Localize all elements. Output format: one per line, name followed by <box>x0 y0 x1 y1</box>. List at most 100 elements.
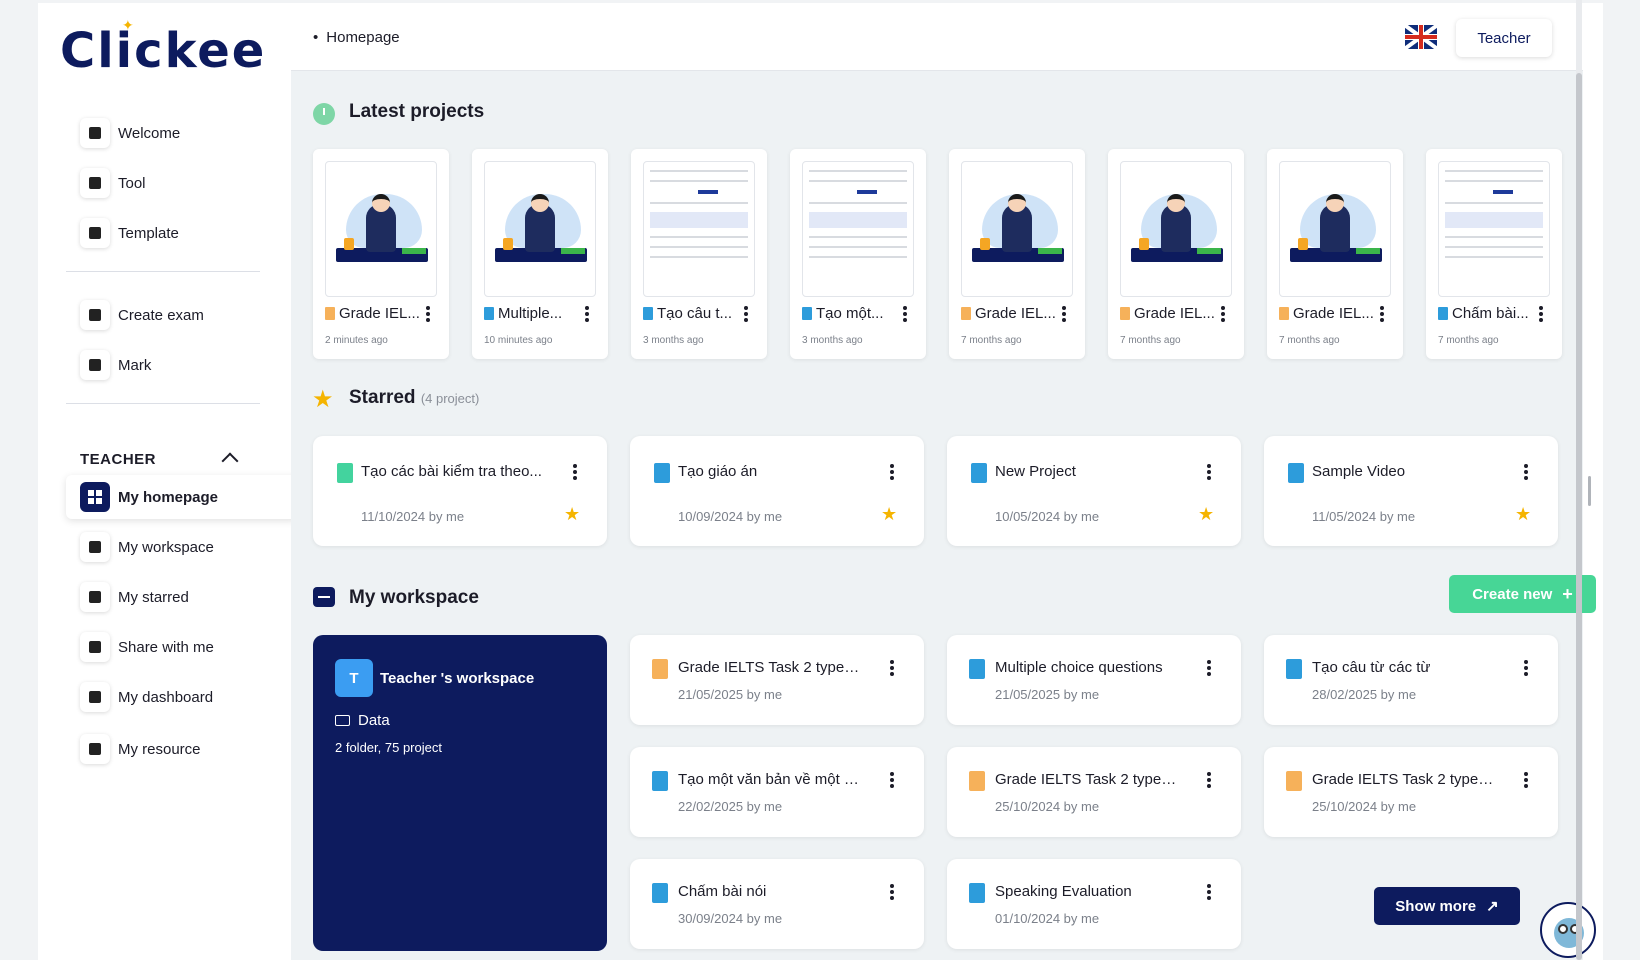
project-title-text: Grade IEL... <box>339 305 420 322</box>
workspace-project-card[interactable]: Grade IELTS Task 2 typed... 21/05/2025 by… <box>630 635 924 725</box>
workspace-project-title: Grade IELTS Task 2 typed... <box>1312 771 1497 788</box>
latest-project-card[interactable]: Grade IEL... 7 months ago <box>1267 149 1403 359</box>
star-icon <box>80 582 110 612</box>
workspace-folder-name[interactable]: Data <box>358 712 390 729</box>
create-new-button[interactable]: Create new + <box>1449 575 1596 613</box>
more-options-icon[interactable] <box>889 771 895 789</box>
sidebar-item-mark[interactable]: Mark <box>66 343 298 387</box>
more-options-icon[interactable] <box>1061 305 1067 323</box>
project-title: Tạo câu t... <box>643 305 743 322</box>
workspace-project-date: 22/02/2025 by me <box>678 799 783 814</box>
workspace-card[interactable]: T Teacher 's workspace Data 2 folder, 75… <box>313 635 607 951</box>
project-title: Grade IEL... <box>1279 305 1379 322</box>
latest-project-card[interactable]: Grade IEL... 2 minutes ago <box>313 149 449 359</box>
workspace-project-date: 01/10/2024 by me <box>995 911 1100 926</box>
template-icon <box>80 218 110 248</box>
star-icon: ★ <box>312 386 334 413</box>
sidebar-item-my-resource[interactable]: My resource <box>66 727 298 771</box>
workspace-project-card[interactable]: Grade IELTS Task 2 typed... 25/10/2024 by… <box>1264 747 1558 837</box>
project-title: Chấm bài... <box>1438 305 1538 322</box>
more-options-icon[interactable] <box>889 463 895 481</box>
workspace-project-title: Grade IELTS Task 2 typed... <box>995 771 1180 788</box>
sidebar-item-welcome[interactable]: Welcome <box>66 111 298 155</box>
latest-project-card[interactable]: Tạo câu t... 3 months ago <box>631 149 767 359</box>
sidebar-divider <box>66 403 260 404</box>
exam-icon <box>80 300 110 330</box>
more-options-icon[interactable] <box>1206 659 1212 677</box>
latest-project-card[interactable]: Chấm bài... 7 months ago <box>1426 149 1562 359</box>
folder-icon <box>80 532 110 562</box>
more-options-icon[interactable] <box>1523 463 1529 481</box>
role-button[interactable]: Teacher <box>1456 19 1552 57</box>
workspace-project-card[interactable]: Grade IELTS Task 2 typed... 25/10/2024 by… <box>947 747 1241 837</box>
star-filled-icon[interactable]: ★ <box>881 504 897 525</box>
more-options-icon[interactable] <box>1523 659 1529 677</box>
more-options-icon[interactable] <box>1220 305 1226 323</box>
more-options-icon[interactable] <box>889 659 895 677</box>
breadcrumb[interactable]: Homepage <box>313 29 399 46</box>
more-options-icon[interactable] <box>1206 883 1212 901</box>
workspace-project-card[interactable]: Tạo một văn bản về một c... 22/02/2025 by… <box>630 747 924 837</box>
file-icon <box>969 659 985 679</box>
resource-icon <box>80 734 110 764</box>
project-time: 7 months ago <box>1120 335 1181 346</box>
starred-title: Sample Video <box>1312 463 1406 480</box>
more-options-icon[interactable] <box>1379 305 1385 323</box>
starred-date: 10/05/2024 by me <box>995 509 1100 524</box>
grid-icon <box>80 482 110 512</box>
workspace-project-card[interactable]: Chấm bài nói 30/09/2024 by me <box>630 859 924 949</box>
more-options-icon[interactable] <box>1206 771 1212 789</box>
chatbot-avatar-icon[interactable] <box>1540 902 1596 958</box>
file-icon <box>652 659 668 679</box>
teacher-illustration <box>972 190 1064 270</box>
sidebar-item-create-exam[interactable]: Create exam <box>66 293 298 337</box>
more-options-icon[interactable] <box>889 883 895 901</box>
starred-title: Starred (4 project) <box>349 387 479 409</box>
starred-project-card[interactable]: Sample Video 11/05/2024 by me ★ <box>1264 436 1558 546</box>
more-options-icon[interactable] <box>425 305 431 323</box>
scrollbar-thumb[interactable] <box>1576 73 1582 960</box>
more-options-icon[interactable] <box>902 305 908 323</box>
starred-project-card[interactable]: New Project 10/05/2024 by me ★ <box>947 436 1241 546</box>
more-options-icon[interactable] <box>584 305 590 323</box>
chevron-up-icon[interactable] <box>221 452 239 470</box>
more-options-icon[interactable] <box>1206 463 1212 481</box>
workspace-project-card[interactable]: Tạo câu từ các từ 28/02/2025 by me <box>1264 635 1558 725</box>
latest-project-card[interactable]: Grade IEL... 7 months ago <box>1108 149 1244 359</box>
workspace-project-card[interactable]: Speaking Evaluation 01/10/2024 by me <box>947 859 1241 949</box>
more-options-icon[interactable] <box>1538 305 1544 323</box>
sidebar-item-label: Template <box>118 224 179 242</box>
file-icon <box>643 307 653 320</box>
icon-glyph <box>89 359 101 371</box>
show-more-button[interactable]: Show more ↗ <box>1374 887 1520 925</box>
more-options-icon[interactable] <box>1523 771 1529 789</box>
sidebar-item-my-homepage[interactable]: My homepage <box>66 475 298 519</box>
latest-project-card[interactable]: Grade IEL... 7 months ago <box>949 149 1085 359</box>
workspace-project-card[interactable]: Multiple choice questions 21/05/2025 by m… <box>947 635 1241 725</box>
workspace-project-title: Speaking Evaluation <box>995 883 1132 900</box>
more-options-icon[interactable] <box>743 305 749 323</box>
clickee-logo[interactable]: Clickee ✦ <box>60 17 264 79</box>
top-bar: Homepage Teacher <box>291 3 1583 71</box>
sidebar-item-share-with-me[interactable]: Share with me <box>66 625 298 669</box>
sidebar-item-template[interactable]: Template <box>66 211 298 255</box>
sidebar-item-tool[interactable]: Tool <box>66 161 298 205</box>
sidebar-item-my-dashboard[interactable]: My dashboard <box>66 675 298 719</box>
sidebar-item-my-starred[interactable]: My starred <box>66 575 298 619</box>
project-time: 2 minutes ago <box>325 335 388 346</box>
latest-project-card[interactable]: Multiple... 10 minutes ago <box>472 149 608 359</box>
more-options-icon[interactable] <box>572 463 578 481</box>
project-thumbnail <box>1279 161 1391 297</box>
workspace-project-date: 21/05/2025 by me <box>678 687 783 702</box>
starred-project-card[interactable]: Tạo các bài kiểm tra theo... 11/10/2024 b… <box>313 436 607 546</box>
resize-handle[interactable] <box>1588 476 1591 506</box>
latest-project-card[interactable]: Tạo một... 3 months ago <box>790 149 926 359</box>
workspace-project-title: Grade IELTS Task 2 typed... <box>678 659 863 676</box>
sidebar-item-my-workspace[interactable]: My workspace <box>66 525 298 569</box>
star-filled-icon[interactable]: ★ <box>1515 504 1531 525</box>
starred-project-card[interactable]: Tạo giáo án 10/09/2024 by me ★ <box>630 436 924 546</box>
sidebar-item-label: Tool <box>118 174 146 192</box>
star-filled-icon[interactable]: ★ <box>564 504 580 525</box>
uk-flag-icon[interactable] <box>1405 25 1437 49</box>
star-filled-icon[interactable]: ★ <box>1198 504 1214 525</box>
